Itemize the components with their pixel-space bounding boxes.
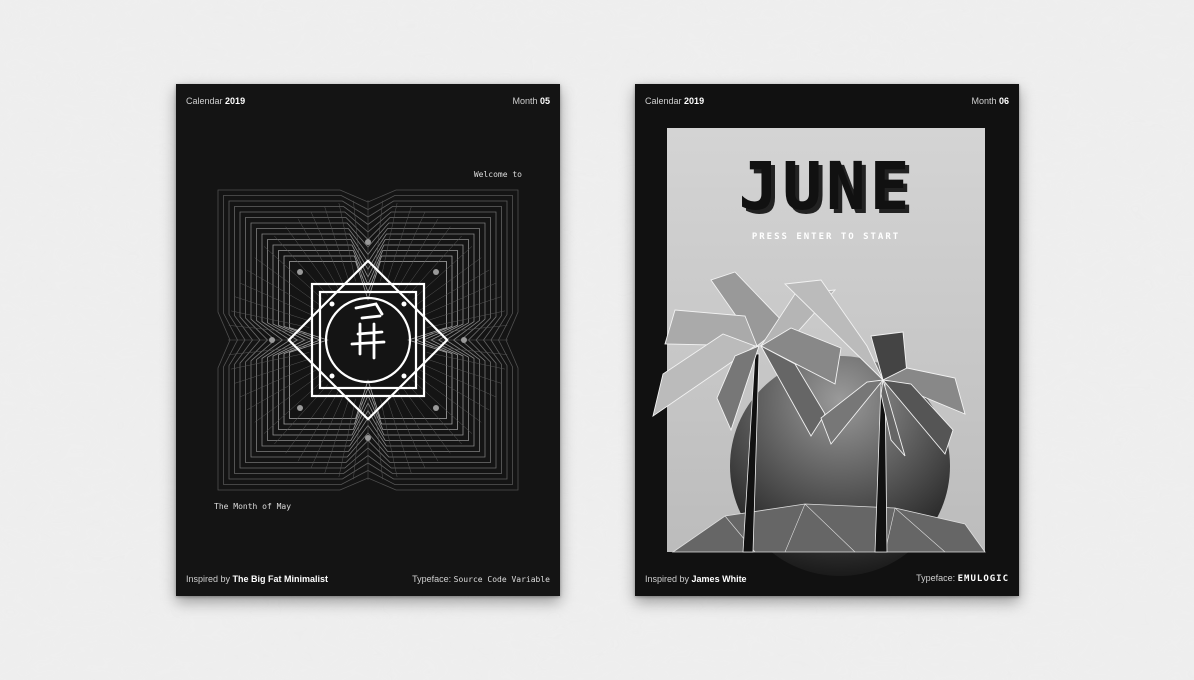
palm-island-illustration (652, 271, 986, 576)
may-poster: Calendar 2019 Month 05 Welcome to The Mo… (176, 84, 560, 596)
emblem-ray (380, 203, 398, 282)
emblem-ray (416, 375, 482, 423)
emblem-ray (338, 398, 356, 477)
emblem-ray (426, 310, 505, 328)
emblem-ray (416, 257, 482, 305)
emblem-ray (254, 375, 320, 423)
may-inspired-credit: Inspired by The Big Fat Minimalist (186, 574, 329, 584)
may-month-caption: The Month of May (214, 502, 292, 511)
june-typeface-credit: Typeface: EMULOGIC (916, 573, 1009, 584)
may-month-label: Month 05 (512, 96, 550, 106)
emblem-ray (426, 352, 505, 370)
emblem-ray (403, 388, 451, 454)
emblem-ray (380, 398, 398, 477)
may-geometric-emblem (217, 189, 519, 491)
emblem-ray (403, 226, 451, 292)
may-calendar-label: Calendar 2019 (186, 96, 246, 106)
emblem-ray (285, 388, 333, 454)
emblem-ray (338, 203, 356, 282)
emblem-ray (285, 226, 333, 292)
emblem-ray (231, 352, 310, 370)
june-inspired-credit: Inspired by James White (645, 574, 747, 584)
may-welcome-text: Welcome to (473, 170, 522, 179)
june-poster: Calendar 2019 Month 06 JUNE PRESS ENTER … (635, 84, 1019, 596)
emblem-ray (254, 257, 320, 305)
emblem-frame-line (283, 255, 453, 425)
may-typeface-credit: Typeface: Source Code Variable (412, 574, 550, 584)
emblem-ray (231, 310, 310, 328)
